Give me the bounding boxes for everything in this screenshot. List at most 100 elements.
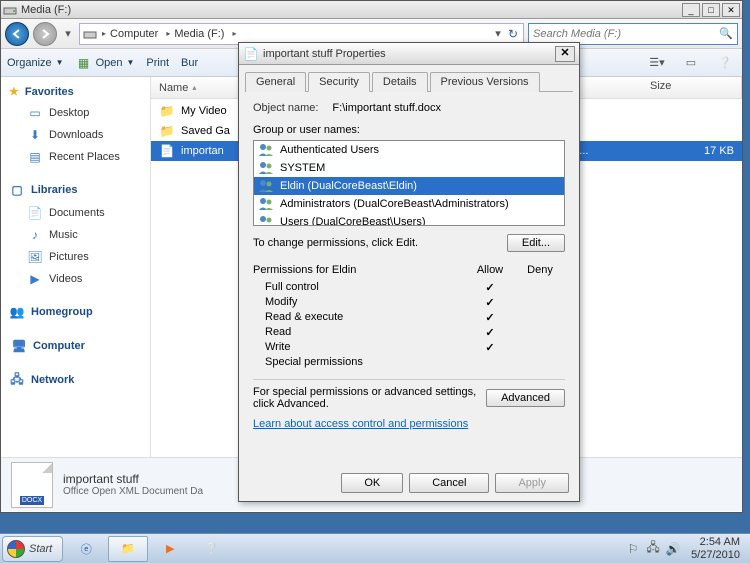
help-button[interactable]: ❔ — [714, 53, 736, 73]
nav-desktop[interactable]: ▭Desktop — [1, 102, 150, 124]
advanced-hint: For special permissions or advanced sett… — [253, 386, 478, 410]
details-name: important stuff — [63, 472, 203, 486]
allow-check: ✓ — [465, 311, 515, 324]
perm-label: Permissions for Eldin — [253, 264, 465, 276]
taskbar-explorer[interactable]: 📁 — [108, 536, 148, 562]
permission-row: Read & execute✓ — [253, 310, 565, 325]
nav-pictures[interactable]: 🖼Pictures — [1, 246, 150, 268]
cancel-button[interactable]: Cancel — [409, 473, 489, 493]
tray-flag-icon[interactable]: ⚐ — [625, 541, 641, 557]
dialog-titlebar[interactable]: 📄 important stuff Properties ✕ — [239, 43, 579, 65]
downloads-icon: ⬇ — [27, 127, 43, 143]
view-button[interactable]: ☰▾ — [646, 53, 668, 73]
libraries-header[interactable]: ▢Libraries — [1, 178, 150, 202]
allow-header: Allow — [465, 264, 515, 276]
tab-strip: GeneralSecurityDetailsPrevious Versions — [245, 71, 573, 92]
clock[interactable]: 2:54 AM 5/27/2010 — [685, 536, 746, 560]
nav-downloads[interactable]: ⬇Downloads — [1, 124, 150, 146]
user-row[interactable]: SYSTEM — [254, 159, 564, 177]
open-icon: ▦ — [76, 55, 92, 71]
favorites-header[interactable]: ★Favorites — [1, 81, 150, 102]
permission-row: Special permissions — [253, 355, 565, 369]
deny-check — [515, 326, 565, 339]
homegroup-header[interactable]: 👥Homegroup — [1, 300, 150, 324]
folder-icon: 📁 — [121, 542, 135, 555]
taskbar: Start ⓔ 📁 ▶ ❔ ⚐ 🖧 🔊 2:54 AM 5/27/2010 — [0, 533, 750, 563]
user-list[interactable]: Authenticated UsersSYSTEMEldin (DualCore… — [253, 140, 565, 226]
start-button[interactable]: Start — [2, 536, 63, 562]
organize-button[interactable]: Organize ▼ — [7, 57, 64, 69]
preview-pane-button[interactable]: ▭ — [680, 53, 702, 73]
user-icon — [258, 161, 274, 175]
search-icon[interactable]: 🔍 — [719, 27, 733, 40]
user-icon — [258, 197, 274, 211]
nav-videos[interactable]: ▶Videos — [1, 268, 150, 290]
print-button[interactable]: Print — [146, 57, 169, 69]
dialog-close-button[interactable]: ✕ — [555, 46, 575, 62]
apply-button[interactable]: Apply — [495, 473, 569, 493]
taskbar-help[interactable]: ❔ — [192, 536, 232, 562]
recent-icon: ▤ — [27, 149, 43, 165]
column-size[interactable]: Size — [642, 77, 742, 98]
maximize-button[interactable]: □ — [702, 3, 720, 17]
edit-button[interactable]: Edit... — [507, 234, 565, 252]
documents-icon: 📄 — [27, 205, 43, 221]
user-icon — [258, 143, 274, 157]
learn-link[interactable]: Learn about access control and permissio… — [253, 418, 468, 430]
permission-row: Modify✓ — [253, 295, 565, 310]
open-button[interactable]: ▦Open ▼ — [76, 55, 135, 71]
allow-check: ✓ — [465, 341, 515, 354]
star-icon: ★ — [9, 85, 19, 98]
user-row[interactable]: Administrators (DualCoreBeast\Administra… — [254, 195, 564, 213]
tray-volume-icon[interactable]: 🔊 — [665, 541, 681, 557]
help-icon: ❔ — [205, 542, 219, 555]
dialog-title: important stuff Properties — [263, 48, 555, 60]
folder-icon: 📁 — [159, 123, 175, 139]
refresh-icon[interactable]: ↻ — [505, 26, 521, 42]
allow-check: ✓ — [465, 296, 515, 309]
computer-icon: 🖥 — [11, 338, 27, 354]
user-row[interactable]: Users (DualCoreBeast\Users) — [254, 213, 564, 226]
burn-button[interactable]: Bur — [181, 57, 198, 69]
breadcrumb-computer[interactable]: ▸Computer — [98, 28, 162, 40]
deny-check — [515, 296, 565, 309]
taskbar-wmp[interactable]: ▶ — [150, 536, 190, 562]
file-icon: 📄 — [243, 46, 259, 62]
details-type: Office Open XML Document Da — [63, 486, 203, 497]
nav-music[interactable]: ♪Music — [1, 224, 150, 246]
tab-details[interactable]: Details — [372, 72, 428, 92]
drive-icon — [3, 3, 17, 17]
music-icon: ♪ — [27, 227, 43, 243]
close-button[interactable]: ✕ — [722, 3, 740, 17]
advanced-button[interactable]: Advanced — [486, 389, 565, 407]
network-header[interactable]: 🖧Network — [1, 368, 150, 392]
search-input[interactable] — [533, 28, 715, 40]
deny-check — [515, 356, 565, 368]
document-icon: 📄 — [159, 143, 175, 159]
minimize-button[interactable]: _ — [682, 3, 700, 17]
folder-icon: 📁 — [159, 103, 175, 119]
user-row[interactable]: Eldin (DualCoreBeast\Eldin) — [254, 177, 564, 195]
tab-general[interactable]: General — [245, 72, 306, 92]
taskbar-ie[interactable]: ⓔ — [66, 536, 106, 562]
nav-pane: ★Favorites ▭Desktop ⬇Downloads ▤Recent P… — [1, 77, 151, 457]
history-dropdown[interactable]: ▾ — [61, 23, 75, 45]
breadcrumb-media[interactable]: ▸Media (F:)▸ — [162, 28, 240, 40]
nav-recent[interactable]: ▤Recent Places — [1, 146, 150, 168]
back-button[interactable] — [5, 22, 29, 46]
allow-check: ✓ — [465, 281, 515, 294]
user-row[interactable]: Authenticated Users — [254, 141, 564, 159]
deny-check — [515, 281, 565, 294]
tab-previous-versions[interactable]: Previous Versions — [430, 72, 540, 92]
tray-network-icon[interactable]: 🖧 — [645, 541, 661, 557]
ie-icon: ⓔ — [81, 541, 92, 557]
computer-header[interactable]: 🖥Computer — [3, 334, 148, 358]
network-icon: 🖧 — [9, 372, 25, 388]
ok-button[interactable]: OK — [341, 473, 403, 493]
permission-row: Write✓ — [253, 340, 565, 355]
forward-button[interactable] — [33, 22, 57, 46]
drive-icon — [82, 26, 98, 42]
nav-documents[interactable]: 📄Documents — [1, 202, 150, 224]
window-title: Media (F:) — [21, 4, 682, 16]
tab-security[interactable]: Security — [308, 72, 370, 92]
